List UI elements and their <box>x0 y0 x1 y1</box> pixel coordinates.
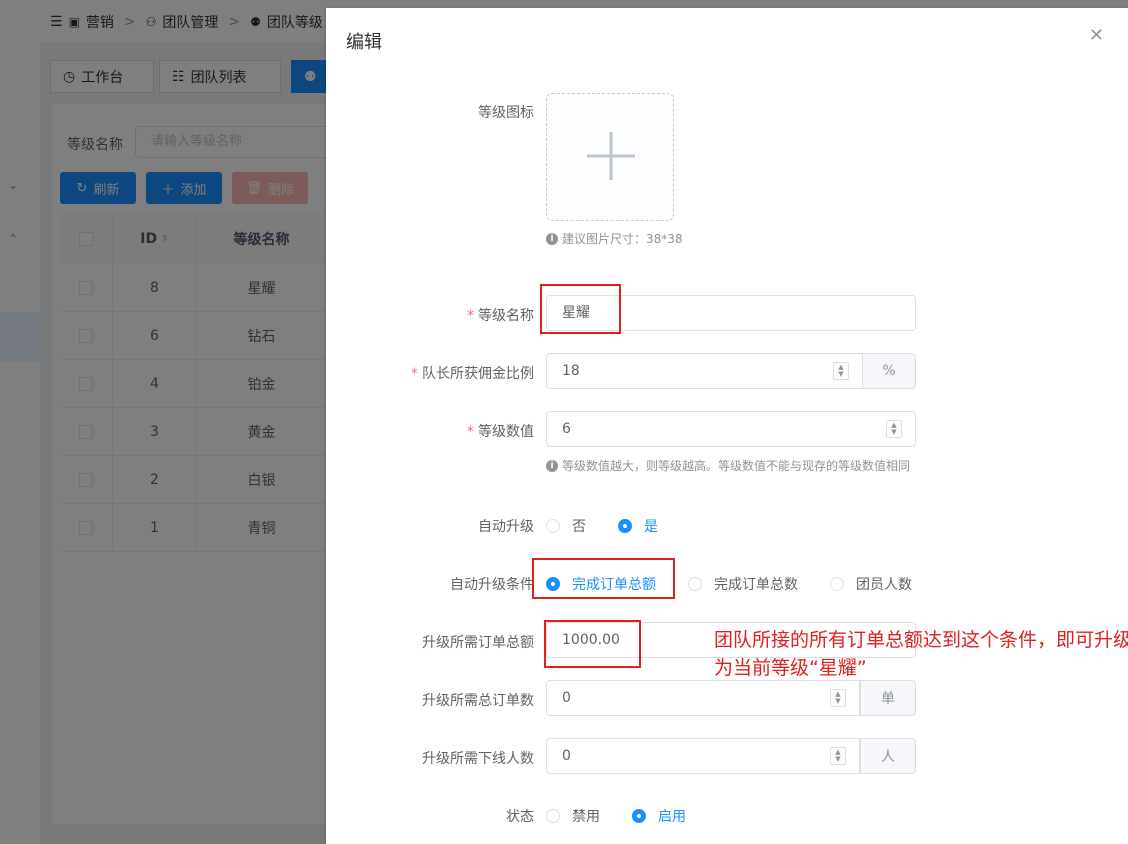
radio-circle <box>830 577 844 591</box>
radio-label: 团员人数 <box>856 577 912 593</box>
label-text: 队长所获佣金比例 <box>422 366 534 382</box>
tip-text: 建议图片尺寸：38*38 <box>562 232 683 246</box>
icon-upload[interactable] <box>546 93 674 221</box>
commission-ratio-input[interactable]: 18 ▲ ▼ <box>546 353 863 389</box>
required-orders-input[interactable]: 0 ▲ ▼ <box>546 680 860 716</box>
required-mark: * <box>467 424 474 440</box>
orders-unit-suffix: 单 <box>860 680 916 716</box>
number-spinner[interactable]: ▲ ▼ <box>833 362 849 380</box>
radio-circle <box>632 809 646 823</box>
ratio-label: * 队长所获佣金比例 <box>411 363 534 383</box>
caret-down-icon[interactable]: ▼ <box>835 698 840 705</box>
annotation-box-level-name <box>540 284 621 334</box>
radio-label: 启用 <box>658 809 686 825</box>
required-orders-label: 升级所需总订单数 <box>422 693 534 709</box>
caret-down-icon[interactable]: ▼ <box>891 429 896 436</box>
input-value: 18 <box>562 363 580 379</box>
radio-circle <box>546 519 560 533</box>
required-members-label: 升级所需下线人数 <box>422 751 534 767</box>
input-value: 6 <box>562 421 571 437</box>
number-spinner[interactable]: ▲ ▼ <box>830 689 846 707</box>
radio-label: 是 <box>644 519 658 535</box>
radio-label: 禁用 <box>572 809 600 825</box>
level-value-input[interactable]: 6 ▲ ▼ <box>546 411 916 447</box>
level-value-label: * 等级数值 <box>467 421 534 441</box>
status-label: 状态 <box>506 809 534 825</box>
radio-circle <box>546 809 560 823</box>
number-spinner[interactable]: ▲ ▼ <box>886 420 902 438</box>
status-disabled-radio[interactable]: 禁用 <box>546 806 600 826</box>
input-value: 0 <box>562 748 571 764</box>
number-spinner[interactable]: ▲ ▼ <box>830 747 846 765</box>
caret-down-icon[interactable]: ▼ <box>835 756 840 763</box>
info-icon: i <box>546 459 558 472</box>
level-value-tip: i 等级数值越大，则等级越高。等级数值不能与现存的等级数值相同 <box>546 457 910 474</box>
radio-label: 否 <box>572 519 586 535</box>
icon-size-tip: i 建议图片尺寸：38*38 <box>546 230 683 247</box>
required-mark: * <box>411 366 418 382</box>
caret-down-icon[interactable]: ▼ <box>838 371 843 378</box>
name-label: * 等级名称 <box>467 305 534 325</box>
annotation-note: 团队所接的所有订单总额达到这个条件，即可升级为当前等级“星耀” <box>714 629 1128 679</box>
dialog-title: 编辑 <box>346 32 382 53</box>
input-value: 0 <box>562 690 571 706</box>
annotation-box-condition <box>532 558 675 599</box>
radio-circle <box>688 577 702 591</box>
condition-order-count-radio[interactable]: 完成订单总数 <box>688 574 798 594</box>
info-icon: i <box>546 232 558 245</box>
icon-label: 等级图标 <box>478 105 534 121</box>
radio-circle <box>618 519 632 533</box>
auto-upgrade-yes-radio[interactable]: 是 <box>618 516 658 536</box>
tip-text: 等级数值越大，则等级越高。等级数值不能与现存的等级数值相同 <box>562 459 911 473</box>
label-text: 等级数值 <box>478 424 534 440</box>
annotation-box-amount <box>544 620 641 668</box>
close-icon[interactable]: ✕ <box>1089 27 1104 45</box>
auto-upgrade-no-radio[interactable]: 否 <box>546 516 586 536</box>
required-mark: * <box>467 308 474 324</box>
members-unit-suffix: 人 <box>860 738 916 774</box>
required-members-input[interactable]: 0 ▲ ▼ <box>546 738 860 774</box>
edit-dialog: 编辑 ✕ 等级图标 i 建议图片尺寸：38*38 * 等级名称 星耀 * 队长所获佣… <box>326 8 1128 844</box>
percent-suffix: % <box>862 353 916 389</box>
label-text: 等级名称 <box>478 308 534 324</box>
condition-member-count-radio[interactable]: 团员人数 <box>830 574 912 594</box>
required-amount-label: 升级所需订单总额 <box>422 635 534 651</box>
status-enabled-radio[interactable]: 启用 <box>632 806 686 826</box>
upgrade-condition-label: 自动升级条件 <box>450 577 534 593</box>
plus-icon <box>587 132 635 180</box>
radio-label: 完成订单总数 <box>714 577 798 593</box>
auto-upgrade-label: 自动升级 <box>478 519 534 535</box>
